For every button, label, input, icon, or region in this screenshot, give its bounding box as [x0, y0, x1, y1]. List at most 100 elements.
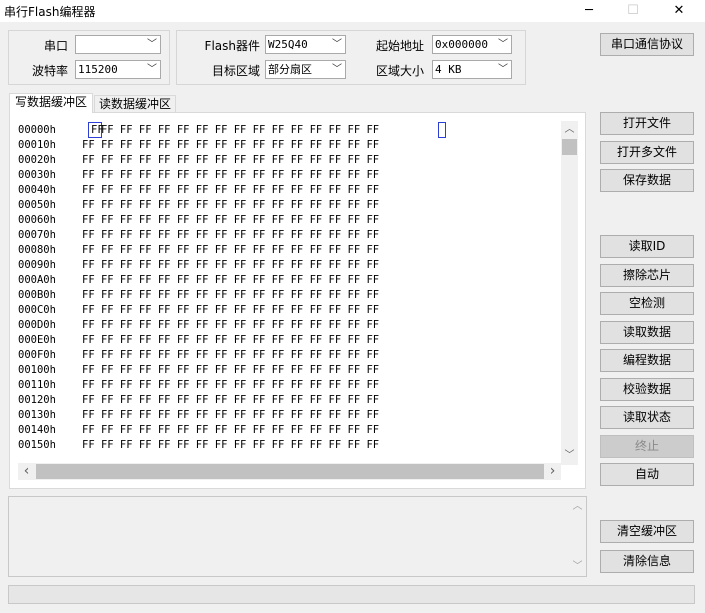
target-area-select[interactable]: 部分扇区 ﹀ [265, 60, 346, 79]
hex-row-bytes[interactable]: FF FF FF FF FF FF FF FF FF FF FF FF FF F… [82, 228, 379, 243]
read-status-button[interactable]: 读取状态 [600, 406, 694, 429]
chevron-left-icon[interactable]: ‹ [18, 463, 35, 480]
baud-value: 115200 [78, 63, 118, 76]
open-file-button[interactable]: 打开文件 [600, 112, 694, 135]
hex-row-address: 00000h [18, 124, 56, 136]
hex-rows: 00000h FF FF FF FF FF FF FF FF FF FF FF … [18, 123, 558, 463]
chevron-down-icon: ﹀ [498, 64, 508, 75]
start-address-label: 起始地址 [375, 39, 424, 53]
hex-editor-panel: 00000h FF FF FF FF FF FF FF FF FF FF FF … [9, 112, 586, 489]
hex-row-bytes[interactable]: FF FF FF FF FF FF FF FF FF FF FF FF FF F… [82, 393, 379, 408]
ascii-cursor [438, 122, 446, 138]
hex-row-bytes[interactable]: FF FF FF FF FF FF FF FF FF FF FF FF FF F… [82, 288, 379, 303]
hex-row-bytes[interactable]: FF FF FF FF FF FF FF FF FF FF FF FF FF F… [82, 363, 379, 378]
hex-row-bytes[interactable]: FF FF FF FF FF FF FF FF FF FF FF FF FF F… [82, 168, 379, 183]
erase-chip-button[interactable]: 擦除芯片 [600, 264, 694, 287]
hex-row-address: 000F0h [18, 349, 56, 361]
start-address-select[interactable]: 0x000000 ﹀ [432, 35, 512, 54]
hex-row-bytes[interactable]: FF FF FF FF FF FF FF FF FF FF FF FF FF F… [82, 423, 379, 438]
horizontal-scrollbar[interactable]: ‹ › [18, 463, 561, 480]
chevron-down-icon: ﹀ [147, 64, 157, 75]
horizontal-scroll-thumb[interactable] [36, 464, 544, 479]
info-textarea[interactable]: ︿ ﹀ [8, 496, 587, 577]
hex-row-bytes[interactable]: FF FF FF FF FF FF FF FF FF FF FF FF FF F… [82, 303, 379, 318]
read-id-button[interactable]: 读取ID [600, 235, 694, 258]
hex-row-address: 00140h [18, 424, 56, 436]
chevron-up-icon[interactable]: ︿ [561, 121, 578, 138]
hex-first-byte: FF [91, 124, 104, 136]
chevron-down-icon: ﹀ [332, 64, 342, 75]
hex-row-bytes[interactable]: FF FF FF FF FF FF FF FF FF FF FF FF FF F… [82, 123, 379, 138]
hex-row-address: 00110h [18, 379, 56, 391]
start-address-value: 0x000000 [435, 38, 488, 51]
verify-data-button[interactable]: 校验数据 [600, 378, 694, 401]
status-bar [8, 585, 695, 604]
hex-row-bytes[interactable]: FF FF FF FF FF FF FF FF FF FF FF FF FF F… [82, 198, 379, 213]
area-size-select[interactable]: 4 KB ﹀ [432, 60, 512, 79]
hex-row-address: 000E0h [18, 334, 56, 346]
target-area-value: 部分扇区 [268, 63, 312, 76]
hex-row-bytes[interactable]: FF FF FF FF FF FF FF FF FF FF FF FF FF F… [82, 183, 379, 198]
hex-row-address: 00010h [18, 139, 56, 151]
open-multiple-files-button[interactable]: 打开多文件 [600, 141, 694, 164]
hex-row-bytes[interactable]: FF FF FF FF FF FF FF FF FF FF FF FF FF F… [82, 318, 379, 333]
minimize-icon[interactable]: ─ [566, 0, 612, 22]
save-data-button[interactable]: 保存数据 [600, 169, 694, 192]
program-data-button[interactable]: 编程数据 [600, 349, 694, 372]
hex-row-bytes[interactable]: FF FF FF FF FF FF FF FF FF FF FF FF FF F… [82, 333, 379, 348]
hex-row-bytes[interactable]: FF FF FF FF FF FF FF FF FF FF FF FF FF F… [82, 243, 379, 258]
hex-row-address: 00120h [18, 394, 56, 406]
chevron-down-icon: ﹀ [147, 39, 157, 50]
clear-info-button[interactable]: 清除信息 [600, 550, 694, 573]
read-data-button[interactable]: 读取数据 [600, 321, 694, 344]
hex-row-address: 00060h [18, 214, 56, 226]
area-size-label: 区域大小 [375, 64, 424, 78]
flash-device-value: W25Q40 [268, 38, 308, 51]
hex-row-bytes[interactable]: FF FF FF FF FF FF FF FF FF FF FF FF FF F… [82, 378, 379, 393]
hex-row-address: 00030h [18, 169, 56, 181]
chevron-up-icon[interactable]: ︿ [569, 498, 586, 515]
chevron-down-icon: ﹀ [332, 39, 342, 50]
hex-row-address: 00080h [18, 244, 56, 256]
clear-buffer-button[interactable]: 清空缓冲区 [600, 520, 694, 543]
hex-row-address: 000A0h [18, 274, 56, 286]
hex-row-bytes[interactable]: FF FF FF FF FF FF FF FF FF FF FF FF FF F… [82, 138, 379, 153]
hex-row-bytes[interactable]: FF FF FF FF FF FF FF FF FF FF FF FF FF F… [82, 438, 379, 453]
hex-row-bytes[interactable]: FF FF FF FF FF FF FF FF FF FF FF FF FF F… [82, 348, 379, 363]
target-area-label: 目标区域 [211, 64, 260, 78]
vertical-scroll-thumb[interactable] [562, 139, 577, 155]
hex-row-bytes[interactable]: FF FF FF FF FF FF FF FF FF FF FF FF FF F… [82, 408, 379, 423]
blank-check-button[interactable]: 空检测 [600, 292, 694, 315]
port-label: 串口 [43, 39, 68, 53]
window-title: 串行Flash编程器 [4, 5, 96, 19]
hex-row-address: 00040h [18, 184, 56, 196]
tab-write-buffer[interactable]: 写数据缓冲区 [9, 93, 93, 113]
baud-label: 波特率 [31, 64, 68, 78]
hex-row-bytes[interactable]: FF FF FF FF FF FF FF FF FF FF FF FF FF F… [82, 258, 379, 273]
port-select[interactable]: ﹀ [75, 35, 161, 54]
hex-row-address: 00090h [18, 259, 56, 271]
vertical-scrollbar[interactable]: ︿ ﹀ [561, 121, 578, 465]
chevron-down-icon[interactable]: ﹀ [569, 558, 586, 575]
hex-row-bytes[interactable]: FF FF FF FF FF FF FF FF FF FF FF FF FF F… [82, 213, 379, 228]
chevron-right-icon[interactable]: › [544, 463, 561, 480]
auto-button[interactable]: 自动 [600, 463, 694, 486]
flash-device-select[interactable]: W25Q40 ﹀ [265, 35, 346, 54]
chevron-down-icon: ﹀ [498, 39, 508, 50]
flash-device-label: Flash器件 [204, 39, 260, 53]
area-size-value: 4 KB [435, 63, 462, 76]
hex-row-address: 000D0h [18, 319, 56, 331]
stop-button: 终止 [600, 435, 694, 458]
hex-row-bytes[interactable]: FF FF FF FF FF FF FF FF FF FF FF FF FF F… [82, 153, 379, 168]
close-icon[interactable]: ✕ [656, 0, 702, 22]
hex-row-address: 000B0h [18, 289, 56, 301]
baud-select[interactable]: 115200 ﹀ [75, 60, 161, 79]
chevron-down-icon[interactable]: ﹀ [561, 447, 578, 464]
hex-row-address: 00070h [18, 229, 56, 241]
hex-row-address: 000C0h [18, 304, 56, 316]
tab-read-buffer[interactable]: 读数据缓冲区 [94, 95, 176, 113]
hex-row-address: 00150h [18, 439, 56, 451]
hex-row-bytes[interactable]: FF FF FF FF FF FF FF FF FF FF FF FF FF F… [82, 273, 379, 288]
hex-row-address: 00050h [18, 199, 56, 211]
serial-protocol-button[interactable]: 串口通信协议 [600, 33, 694, 56]
